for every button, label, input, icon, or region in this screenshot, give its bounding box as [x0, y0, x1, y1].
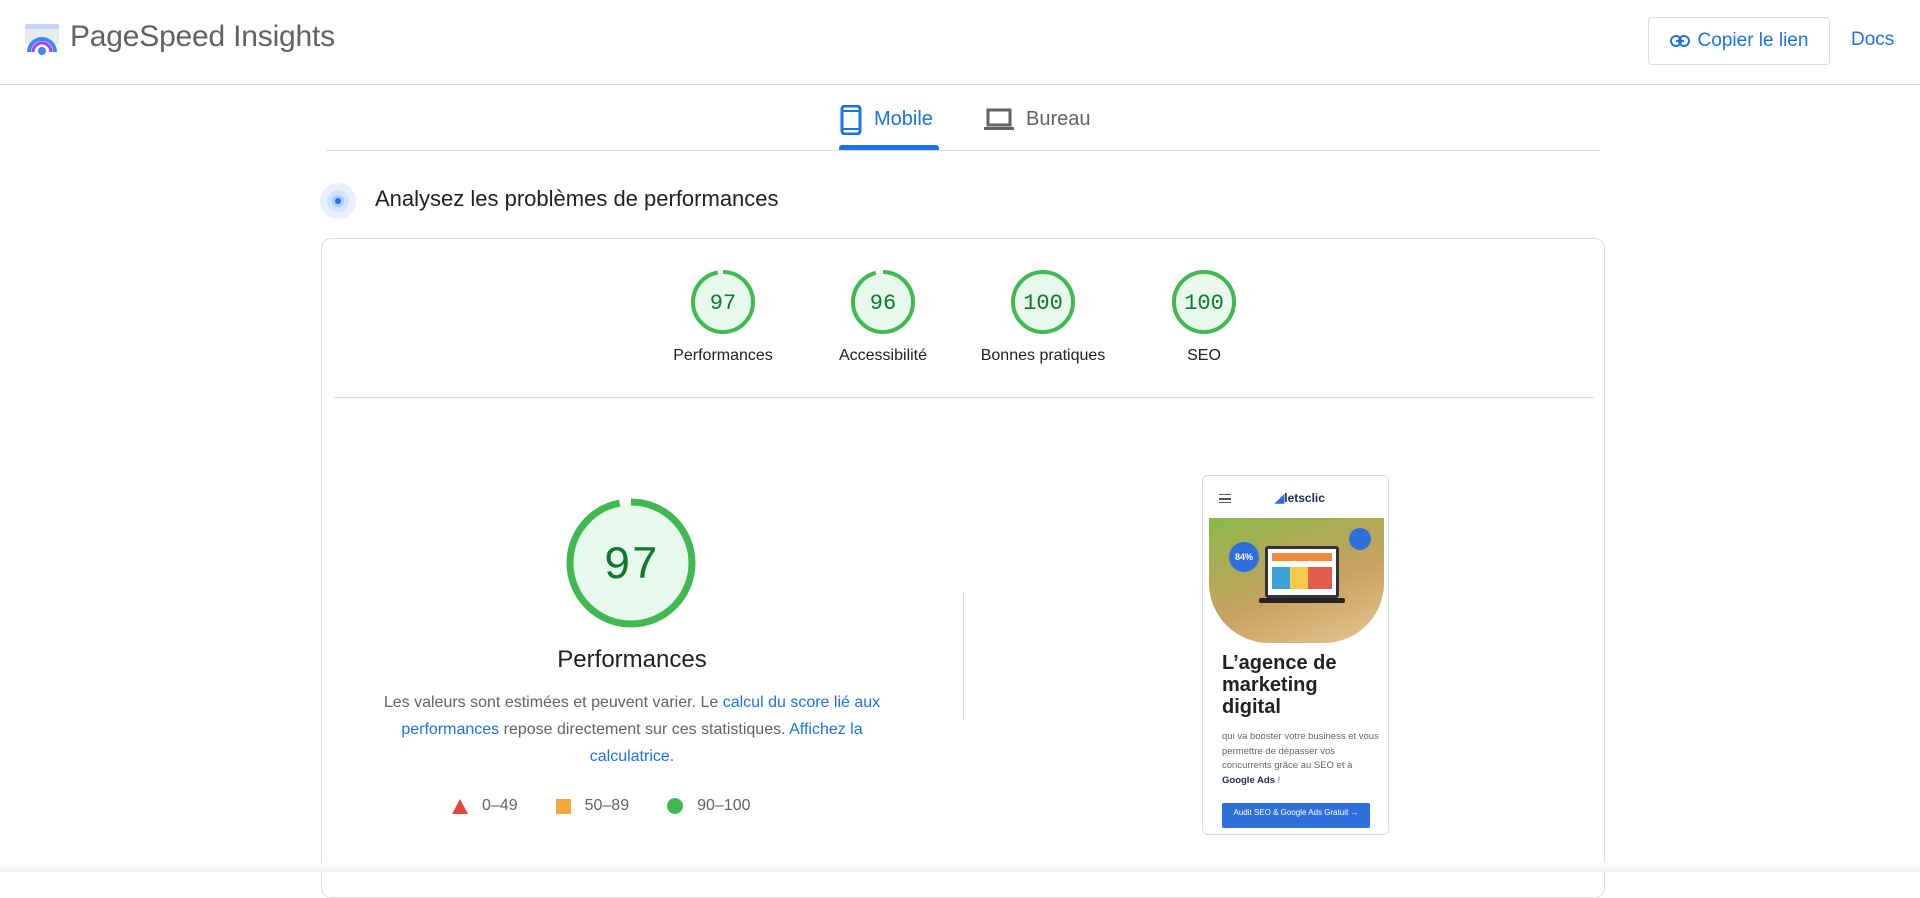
hamburger-menu-icon	[1219, 494, 1231, 503]
bottom-edge	[0, 862, 1920, 872]
screenshot-cta-button: Audit SEO & Google Ads Gratuit →	[1222, 803, 1370, 828]
desc-text: Les valeurs sont estimées et peuvent var…	[383, 694, 723, 711]
legend-range: 50–89	[584, 797, 630, 814]
screenshot-brand: ◢letsclic	[1275, 491, 1325, 505]
screenshot-text-bold: Google Ads	[1222, 774, 1275, 786]
screenshot-badge-icon	[1349, 528, 1371, 550]
performance-title: Performances	[557, 646, 707, 673]
top-bar: PageSpeed Insights Copier le lien Docs	[0, 0, 1920, 85]
screenshot-text: !	[1274, 774, 1281, 786]
score-accessibilite[interactable]: 96 Accessibilité	[813, 269, 953, 365]
score-label: Performances	[673, 347, 773, 364]
pagespeed-logo-icon	[25, 24, 59, 55]
app-title[interactable]: PageSpeed Insights	[70, 20, 335, 54]
active-tab-indicator	[839, 145, 939, 150]
performance-score-value: 97	[603, 540, 658, 592]
score-value: 100	[1023, 291, 1063, 316]
legend-range: 0–49	[482, 797, 518, 814]
laptop-icon	[984, 108, 1014, 130]
link-icon	[1669, 35, 1690, 47]
screenshot-paragraph: qui va booster votre business et vous pe…	[1222, 730, 1382, 788]
tab-bureau[interactable]: Bureau	[984, 88, 1091, 151]
laptop-illustration	[1265, 546, 1339, 598]
score-bonnes-pratiques[interactable]: 100 Bonnes pratiques	[973, 269, 1113, 365]
page-screenshot: ◢letsclic 84% L’agence de marketing digi…	[1202, 475, 1389, 835]
gauge-seo: 100	[1172, 270, 1236, 334]
legend-pass: 90–100	[667, 797, 750, 815]
docs-link[interactable]: Docs	[1851, 29, 1894, 51]
score-value: 97	[710, 291, 736, 316]
legend-range: 90–100	[697, 797, 751, 814]
score-label: Accessibilité	[838, 347, 928, 364]
score-value: 100	[1184, 291, 1224, 316]
score-label: Bonnes pratiques	[980, 347, 1106, 364]
performance-gauge: 97	[566, 498, 696, 628]
screenshot-header: ◢letsclic	[1203, 476, 1388, 518]
report-card: 97 Performances 96 Accessibilité 100 Bon…	[321, 238, 1605, 898]
desc-text: repose directement sur ces statistiques.	[499, 721, 790, 738]
tab-bureau-label: Bureau	[1026, 108, 1091, 130]
laptop-base	[1259, 598, 1345, 603]
score-label: SEO	[1187, 347, 1221, 364]
legend-fail: 0–49	[452, 797, 518, 815]
gauge-performances: 97	[691, 270, 755, 334]
screenshot-hero-image: 84%	[1209, 518, 1384, 643]
gauge-accessibilite: 96	[851, 270, 915, 334]
score-value: 96	[870, 291, 896, 316]
smartphone-icon	[840, 104, 862, 135]
copy-link-label: Copier le lien	[1697, 30, 1809, 51]
device-tabs: Mobile Bureau	[326, 88, 1600, 151]
legend-average: 50–89	[555, 797, 630, 815]
gauge-bonnes-pratiques: 100	[1011, 270, 1075, 334]
performance-lens-icon	[320, 183, 356, 219]
tab-mobile[interactable]: Mobile	[840, 88, 933, 151]
triangle-icon	[452, 798, 468, 814]
brand-text: letsclic	[1284, 491, 1325, 505]
performance-description: Les valeurs sont estimées et peuvent var…	[377, 689, 887, 770]
screenshot-text: qui va booster votre business et vous pe…	[1222, 731, 1379, 771]
tab-mobile-label: Mobile	[874, 108, 933, 130]
screenshot-heading: L’agence de marketing digital	[1222, 652, 1337, 718]
section-title: Analysez les problèmes de performances	[375, 186, 779, 211]
score-legend: 0–49 50–89 90–100	[452, 794, 788, 818]
screenshot-badge: 84%	[1229, 542, 1259, 572]
circle-icon	[667, 798, 684, 814]
score-seo[interactable]: 100 SEO	[1134, 269, 1274, 365]
brand-mark-icon: ◢	[1275, 491, 1285, 505]
vertical-divider	[963, 591, 964, 721]
square-icon	[555, 798, 571, 814]
copy-link-button[interactable]: Copier le lien	[1648, 17, 1830, 65]
score-summary: 97 Performances 96 Accessibilité 100 Bon…	[322, 269, 1604, 364]
divider	[334, 397, 1594, 398]
score-performances[interactable]: 97 Performances	[653, 269, 793, 365]
